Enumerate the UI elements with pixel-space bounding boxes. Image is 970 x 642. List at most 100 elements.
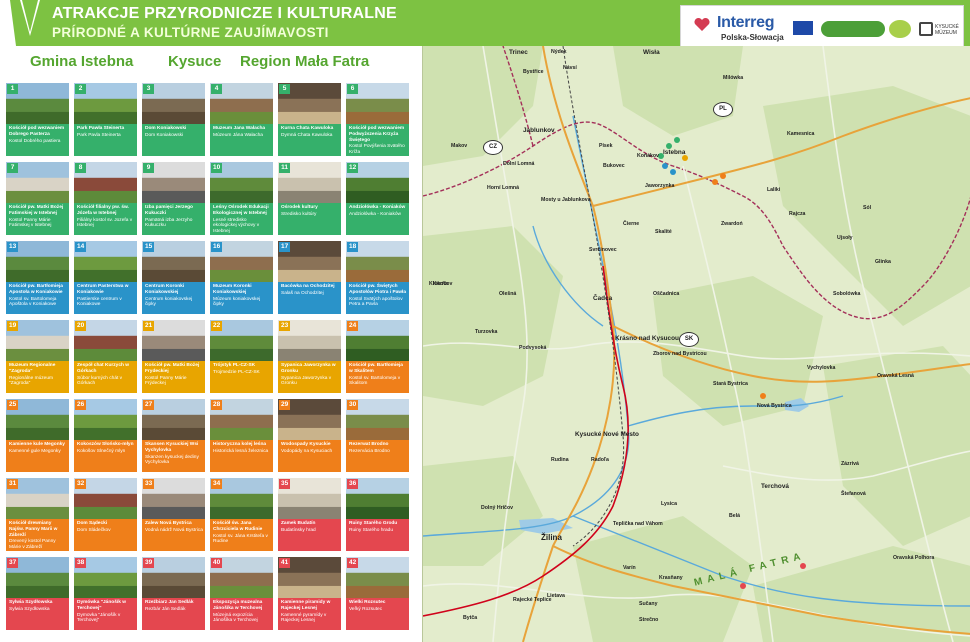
attraction-label: Kamienne kule Megonky Kamenné gule Megonk… — [9, 442, 65, 454]
attraction-label: Kościół pw. Matki Bożej Frydeckiej Kostol… — [145, 363, 200, 387]
town-label: Kysucké Nové Mesto — [575, 431, 639, 438]
town-label: Zwardoń — [721, 221, 743, 227]
attraction-tile-5[interactable]: 5 Kurna Chata Kawuloka Dymná Chata Kawulok… — [278, 83, 341, 156]
attraction-tile-25[interactable]: 25 Kamienne kule Megonky Kamenné gule Mego… — [6, 399, 69, 472]
town-label: Milówka — [723, 75, 744, 81]
border-tag-cz: CZ — [483, 140, 503, 155]
attraction-number: 41 — [279, 558, 291, 568]
attraction-tile-17[interactable]: 17 Bacówka na Ochodzitej Salaš na Ochodzit… — [278, 241, 341, 314]
attraction-number: 16 — [211, 242, 223, 252]
attraction-tile-23[interactable]: 23 Sypanica Jaworzynka w Gronku Sypanica J… — [278, 320, 341, 393]
town-label: Lietava — [547, 593, 565, 599]
attraction-label: Ośrodek kultury Stredisko kultúry — [281, 205, 318, 217]
attraction-tile-8[interactable]: 8 Kościół filialny pw. św. Józefa w Isteb… — [74, 162, 137, 235]
attraction-label: Zalew Nová Bystrica Vodná nádrž Nová Byst… — [145, 521, 203, 533]
attraction-tile-34[interactable]: 34 Kościół św. Jana Chrzciciela w Rudinie… — [210, 478, 273, 551]
attraction-tile-40[interactable]: 40 Ekspozycja muzealna Jánošíka w Terchov… — [210, 557, 273, 630]
attraction-label: Kościół św. Jana Chrzciciela w Rudinie Ko… — [213, 521, 268, 545]
attraction-tile-24[interactable]: 24 Kościół pw. Bartłomieja w Skalitem Kost… — [346, 320, 409, 393]
water-bodies — [519, 398, 809, 534]
attraction-number: 14 — [75, 242, 87, 252]
attraction-tile-28[interactable]: 28 Historyczna kolej leśna Historická lesn… — [210, 399, 273, 472]
town-label: Oščadnica — [653, 291, 680, 297]
attraction-label: Historyczna kolej leśna Historická lesná … — [213, 442, 269, 454]
attraction-label: Muzeum Regionalne "Zagroda" Regionálne mú… — [9, 363, 56, 387]
attraction-tile-29[interactable]: 29 Wodospady Kysuckie Vodopády na Kysuciac… — [278, 399, 341, 472]
region-gmina-istebna: Gmina Istebna — [30, 53, 134, 70]
attraction-tile-19[interactable]: 19 Muzeum Regionalne "Zagroda" Regionálne … — [6, 320, 69, 393]
attraction-tile-33[interactable]: 33 Zalew Nová Bystrica Vodná nádrž Nová By… — [142, 478, 205, 551]
town-label: Jaworzynka — [645, 183, 675, 189]
attraction-tile-9[interactable]: 9 Izba pamięci Jerzego Kukuczki Pamätná iz… — [142, 162, 205, 235]
attraction-label: Kościół pw. Matki Bożej Fatimskiej w Ist… — [9, 205, 64, 229]
town-label: Zázrivá — [841, 461, 859, 467]
town-label: Kamesnica — [787, 131, 815, 137]
attraction-tile-35[interactable]: 35 Zamek Budatín Budatínsky hrad — [278, 478, 341, 551]
attraction-tile-27[interactable]: 27 Skansen Kysuckiej Wsi Vychylovka Skanze… — [142, 399, 205, 472]
region-map[interactable]: Trinec Nýdek Bystřice Návsí Jablunkov Dolní L… — [422, 46, 970, 642]
attraction-tile-36[interactable]: 36 Ruiny Starého Grodu Ruiny Starého hradu — [346, 478, 409, 551]
town-label: Návsí — [563, 65, 577, 71]
attraction-number: 37 — [7, 558, 19, 568]
attraction-number: 6 — [347, 84, 358, 94]
attraction-tile-10[interactable]: 10 Leśny Ośrodek Edukacji Ekologicznej w … — [210, 162, 273, 235]
attraction-label: Trójstyk PL-CZ-SK Trojmedzie PL-CZ-SK — [213, 363, 260, 375]
heart-logo-icon — [694, 17, 710, 31]
attraction-tile-3[interactable]: 3 Dom Koniakowski Dom Koniakowski — [142, 83, 205, 156]
attraction-tile-22[interactable]: 22 Trójstyk PL-CZ-SK Trojmedzie PL-CZ-SK — [210, 320, 273, 393]
attraction-tile-16[interactable]: 16 Muzeum Koronki Koniakowskiej Múzeum kon… — [210, 241, 273, 314]
attraction-tile-38[interactable]: 38 Dymówka "Jánošík w Terchovej" Dymovka "… — [74, 557, 137, 630]
attraction-number: 10 — [211, 163, 223, 173]
attraction-tile-4[interactable]: 4 Muzeum Jana Wałacha Múzeum Jána Wałacha — [210, 83, 273, 156]
attraction-tile-31[interactable]: 31 Kościół drewniany Najśw. Panny Marii w… — [6, 478, 69, 551]
attraction-tile-26[interactable]: 26 Kokoszów Słońsko-młyn Kokošov Slnečný m… — [74, 399, 137, 472]
attraction-label: Wodospady Kysuckie Vodopády na Kysuciach — [281, 442, 333, 454]
town-label: Sobolówka — [833, 291, 861, 297]
attraction-label: Park Pawła Steinerta Park Pavla Steinerta — [77, 126, 125, 138]
attraction-label: Kościół pw. Bartłomieja w Skalitem Kostol… — [349, 363, 403, 387]
town-label: Dolní Lomná — [503, 161, 535, 167]
town-label: Trinec — [509, 49, 528, 56]
attraction-label: Muzeum Jana Wałacha Múzeum Jána Wałacha — [213, 126, 266, 138]
attraction-tile-21[interactable]: 21 Kościół pw. Matki Bożej Frydeckiej Kost… — [142, 320, 205, 393]
attraction-number: 23 — [279, 321, 291, 331]
chevron-logo-icon — [0, 0, 44, 46]
attraction-tile-15[interactable]: 15 Centrum Koronki Koniakowskiej Centrum k… — [142, 241, 205, 314]
attraction-tile-18[interactable]: 18 Kościół pw. Świętych Apostołów Piotra … — [346, 241, 409, 314]
attraction-number: 17 — [279, 242, 291, 252]
attraction-number: 2 — [75, 84, 86, 94]
attraction-tile-7[interactable]: 7 Kościół pw. Matki Bożej Fatimskiej w Is… — [6, 162, 69, 235]
attraction-number: 35 — [279, 479, 291, 489]
attraction-label: Kościół pw. Bartłomieja Apostoła w Konia… — [9, 284, 63, 308]
town-label: Oravská Polhora — [893, 555, 935, 561]
attraction-label: Leśny Ośrodek Edukacji Ekologicznej w Is… — [213, 205, 269, 235]
attraction-tile-42[interactable]: 42 Wielki Rozsutec Veľký Rozsutec — [346, 557, 409, 630]
attraction-tile-20[interactable]: 20 Zespół chat Kurzych w Górkach Súbor kur… — [74, 320, 137, 393]
town-label: Sól — [863, 205, 872, 211]
attraction-number: 3 — [143, 84, 154, 94]
attraction-tile-32[interactable]: 32 Dom Sądecki Dom Sládečkov — [74, 478, 137, 551]
town-label: Rajecké Teplice — [513, 597, 552, 603]
attraction-tile-41[interactable]: 41 Kamienne piramidy w Rajeckej Lesnej Kam… — [278, 557, 341, 630]
attraction-tile-1[interactable]: 1 Kościół pod wezwaniem Dobrego Pasterza K… — [6, 83, 69, 156]
town-label: Wisła — [643, 49, 660, 56]
town-label: Štefanová — [841, 491, 866, 497]
attraction-label: Kościół filialny pw. św. Józefa w Istebn… — [77, 205, 133, 229]
town-label: Rajcza — [789, 211, 806, 217]
attraction-tile-11[interactable]: 11 Ośrodek kultury Stredisko kultúry — [278, 162, 341, 235]
attraction-tile-39[interactable]: 39 Rzeźbiarz Jan Sedlák Rezbár Ján Sedlák — [142, 557, 205, 630]
attraction-label: Dymówka "Jánošík w Terchovej" Dymovka "Já… — [77, 600, 126, 624]
attraction-tile-12[interactable]: 12 Andziołówka - Koniaków Andziołówka - Ko… — [346, 162, 409, 235]
attraction-tile-13[interactable]: 13 Kościół pw. Bartłomieja Apostoła w Kon… — [6, 241, 69, 314]
attraction-tile-14[interactable]: 14 Centrum Pasterstwa w Koniakowie Pastier… — [74, 241, 137, 314]
attraction-number: 18 — [347, 242, 359, 252]
border-tag-sk: SK — [679, 332, 699, 347]
attraction-label: Rzeźbiarz Jan Sedlák Rezbár Ján Sedlák — [145, 600, 194, 612]
attraction-tile-30[interactable]: 30 Rezerwat Brodno Rezervácia Brodno — [346, 399, 409, 472]
attraction-label: Kokoszów Słońsko-młyn Kokošov Slnečný mly… — [77, 442, 134, 454]
attraction-tile-2[interactable]: 2 Park Pawła Steinerta Park Pavla Steinert… — [74, 83, 137, 156]
attraction-tile-37[interactable]: 37 Sylwia Szydłowska Sylwia Szydłowska — [6, 557, 69, 630]
attraction-number: 4 — [211, 84, 222, 94]
attraction-tile-6[interactable]: 6 Kościół pod wezwaniem Podwyższenia Krzy… — [346, 83, 409, 156]
town-label: Glinka — [875, 259, 891, 265]
